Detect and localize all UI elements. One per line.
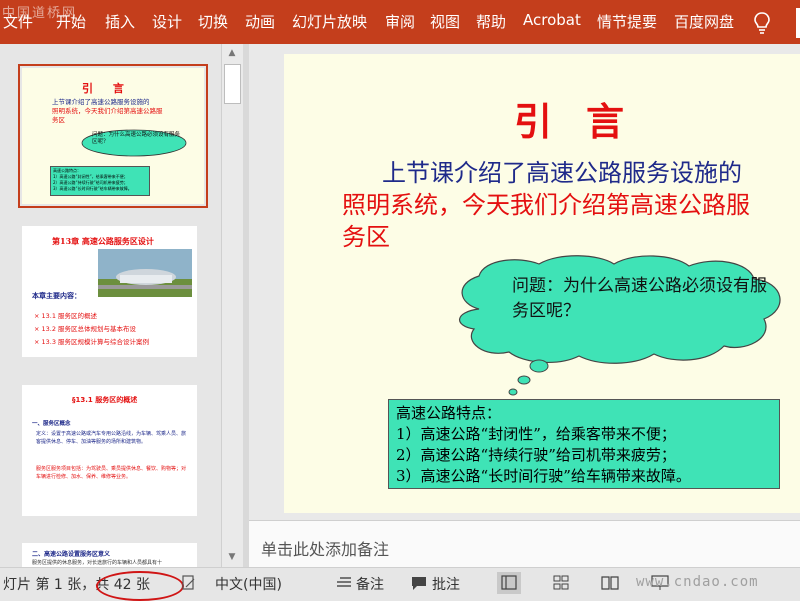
notes-placeholder[interactable]: 单击此处添加备注	[261, 536, 389, 560]
tab-acrobat[interactable]: Acrobat	[523, 11, 581, 29]
thumb1-line1: 上节课介绍了高速公路服务设施的	[52, 98, 150, 106]
tab-transitions[interactable]: 切换	[198, 11, 228, 32]
tab-design[interactable]: 设计	[152, 11, 182, 32]
thumb3-subheading: 一、服务区概念	[32, 421, 71, 427]
slide-title[interactable]: 引言	[514, 91, 658, 146]
thumb2-list-item: × 13.1 服务区的概述	[34, 312, 98, 320]
tab-slideshow[interactable]: 幻灯片放映	[292, 11, 367, 32]
slide-thumbnail-4[interactable]: 二、高速公路设置服务区意义 服务区提供的休息服务，对长途旅行的车辆和人员都具有十	[22, 543, 197, 567]
highway-features-box[interactable]: 高速公路特点： 1）高速公路“封闭性”，给乘客带来不便； 2）高速公路“持续行驶…	[388, 399, 780, 489]
ribbon-tab-bar: 中国道桥网 文件 开始 插入 设计 切换 动画 幻灯片放映 审阅 视图 帮助 A…	[0, 0, 800, 44]
slide-body-text[interactable]: 上节课介绍了高速公路服务设施的 照明系统，今天我们介绍第高速公路服 务区	[342, 157, 800, 253]
status-bar: 灯片 第 1 张，共 42 张 中文(中国) 备注 批注 www.cndao.c…	[0, 567, 800, 601]
tab-insert[interactable]: 插入	[105, 11, 135, 32]
thumb1-line2b: 高速公路服	[130, 107, 163, 115]
thumb2-heading: 本章主要内容：	[32, 292, 81, 300]
thumbnail-scrollbar[interactable]	[221, 44, 244, 567]
slide-thumbnail-pane[interactable]: 引 言 上节课介绍了高速公路服务设施的 照明系统，今天我们介绍第高速公路服 务区…	[0, 44, 243, 567]
body-highlight: 高速公路服	[630, 191, 750, 219]
reading-view-button[interactable]	[598, 572, 622, 594]
thumb1-box-line: 3）高速公路“长时间行驶”给车辆带来故障。	[53, 186, 132, 191]
comments-icon[interactable]	[411, 576, 427, 591]
normal-view-icon	[501, 575, 517, 590]
thumb1-cloud-text: 问题：为什么高速公路必须设有服务区呢？	[92, 132, 181, 145]
slide-sorter-button[interactable]	[549, 572, 573, 594]
slide-sorter-icon	[553, 575, 569, 590]
question-cloud-callout[interactable]: 问题：为什么高速公路必须设有服务区呢？	[439, 254, 799, 404]
reading-view-icon	[601, 576, 619, 590]
thumb2-list-item: × 13.2 服务区总体规划与基本布设	[34, 325, 137, 333]
thumb1-body: 上节课介绍了高速公路服务设施的 照明系统，今天我们介绍第高速公路服 务区	[52, 98, 192, 125]
notes-pane[interactable]: 单击此处添加备注	[249, 521, 800, 567]
notes-button-label[interactable]: 备注	[356, 574, 384, 594]
feature-item: 3）高速公路“长时间行驶”给车辆带来故障。	[396, 467, 691, 485]
tab-help[interactable]: 帮助	[476, 11, 506, 32]
ribbon-edge	[796, 8, 800, 38]
thumb1-feature-box: 高速公路特点： 1）高速公路“封闭性”，给乘客带来不便； 2）高速公路“持续行驶…	[50, 166, 150, 196]
tab-view[interactable]: 视图	[430, 11, 460, 32]
tab-review[interactable]: 审阅	[385, 11, 415, 32]
tab-file[interactable]: 文件	[3, 11, 33, 32]
scroll-up-arrow-icon[interactable]: ▲	[226, 48, 238, 58]
tab-storyboard[interactable]: 情节提要	[597, 11, 657, 32]
feature-heading: 高速公路特点：	[396, 404, 502, 422]
body-part2: 照明系统，今天我们介绍第	[342, 191, 630, 219]
spellcheck-icon[interactable]	[182, 575, 196, 591]
slide-thumbnail-1[interactable]: 引 言 上节课介绍了高速公路服务设施的 照明系统，今天我们介绍第高速公路服 务区…	[18, 64, 208, 208]
lightbulb-icon[interactable]	[752, 11, 772, 35]
cloud-question-text: 问题：为什么高速公路必须设有服务区呢？	[512, 276, 767, 321]
thumb4-para: 服务区提供的休息服务，对长途旅行的车辆和人员都具有十	[32, 560, 163, 566]
site-url-watermark: www.cndao.com	[636, 574, 759, 590]
thumb2-list-item: × 13.3 服务区规模计算与综合设计案例	[34, 338, 150, 346]
scrollbar-thumb[interactable]	[224, 64, 241, 104]
thumb2-building-photo	[98, 249, 192, 297]
feature-item: 1）高速公路“封闭性”，给乘客带来不便；	[396, 425, 676, 443]
feature-item: 2）高速公路“持续行驶”给司机带来疲劳；	[396, 446, 676, 464]
current-slide[interactable]: 引言 上节课介绍了高速公路服务设施的 照明系统，今天我们介绍第高速公路服 务区 …	[284, 54, 800, 513]
thumb2-list: × 13.1 服务区的概述 × 13.2 服务区总体规划与基本布设 × 13.3…	[34, 310, 194, 349]
tab-home[interactable]: 开始	[56, 11, 86, 32]
comments-button-label[interactable]: 批注	[432, 574, 460, 594]
body-part1: 上节课介绍了高速公路服务设施的	[382, 159, 742, 187]
thumb3-title: §13.1 服务区的概述	[72, 396, 138, 404]
thumb3-para1: 定义：设置于高速公路或汽车专用公路沿线，为车辆、驾乘人员、旅客提供休息、停车、加…	[36, 431, 187, 445]
tab-animations[interactable]: 动画	[245, 11, 275, 32]
tab-baidu-netdisk[interactable]: 百度网盘	[674, 11, 734, 32]
slide-thumbnail-3[interactable]: §13.1 服务区的概述 一、服务区概念 定义：设置于高速公路或汽车专用公路沿线…	[22, 385, 197, 516]
body-part3: 务区	[342, 223, 390, 251]
thumb4-title: 二、高速公路设置服务区意义	[32, 551, 111, 558]
thumb1-line3: 务区	[52, 116, 65, 124]
notes-icon[interactable]	[336, 576, 352, 590]
highlight-oval	[96, 571, 184, 601]
thumb1-line2a: 照明系统，今天我们介绍第	[52, 107, 130, 115]
language-indicator[interactable]: 中文(中国)	[215, 574, 282, 594]
scroll-down-arrow-icon[interactable]: ▼	[226, 552, 238, 562]
thumb3-para2: 服务区服务项目包括：为驾驶员、乘员提供休息、餐饮、购物等；对车辆进行检修、加水、…	[36, 466, 187, 480]
normal-view-button[interactable]	[497, 572, 521, 594]
slide-thumbnail-2[interactable]: 第13章 高速公路服务区设计 本章主要内容： × 13.1 服务区的概述 × 1…	[22, 226, 197, 357]
thumb1-title: 引 言	[82, 82, 132, 95]
thumb2-title: 第13章 高速公路服务区设计	[52, 236, 154, 246]
